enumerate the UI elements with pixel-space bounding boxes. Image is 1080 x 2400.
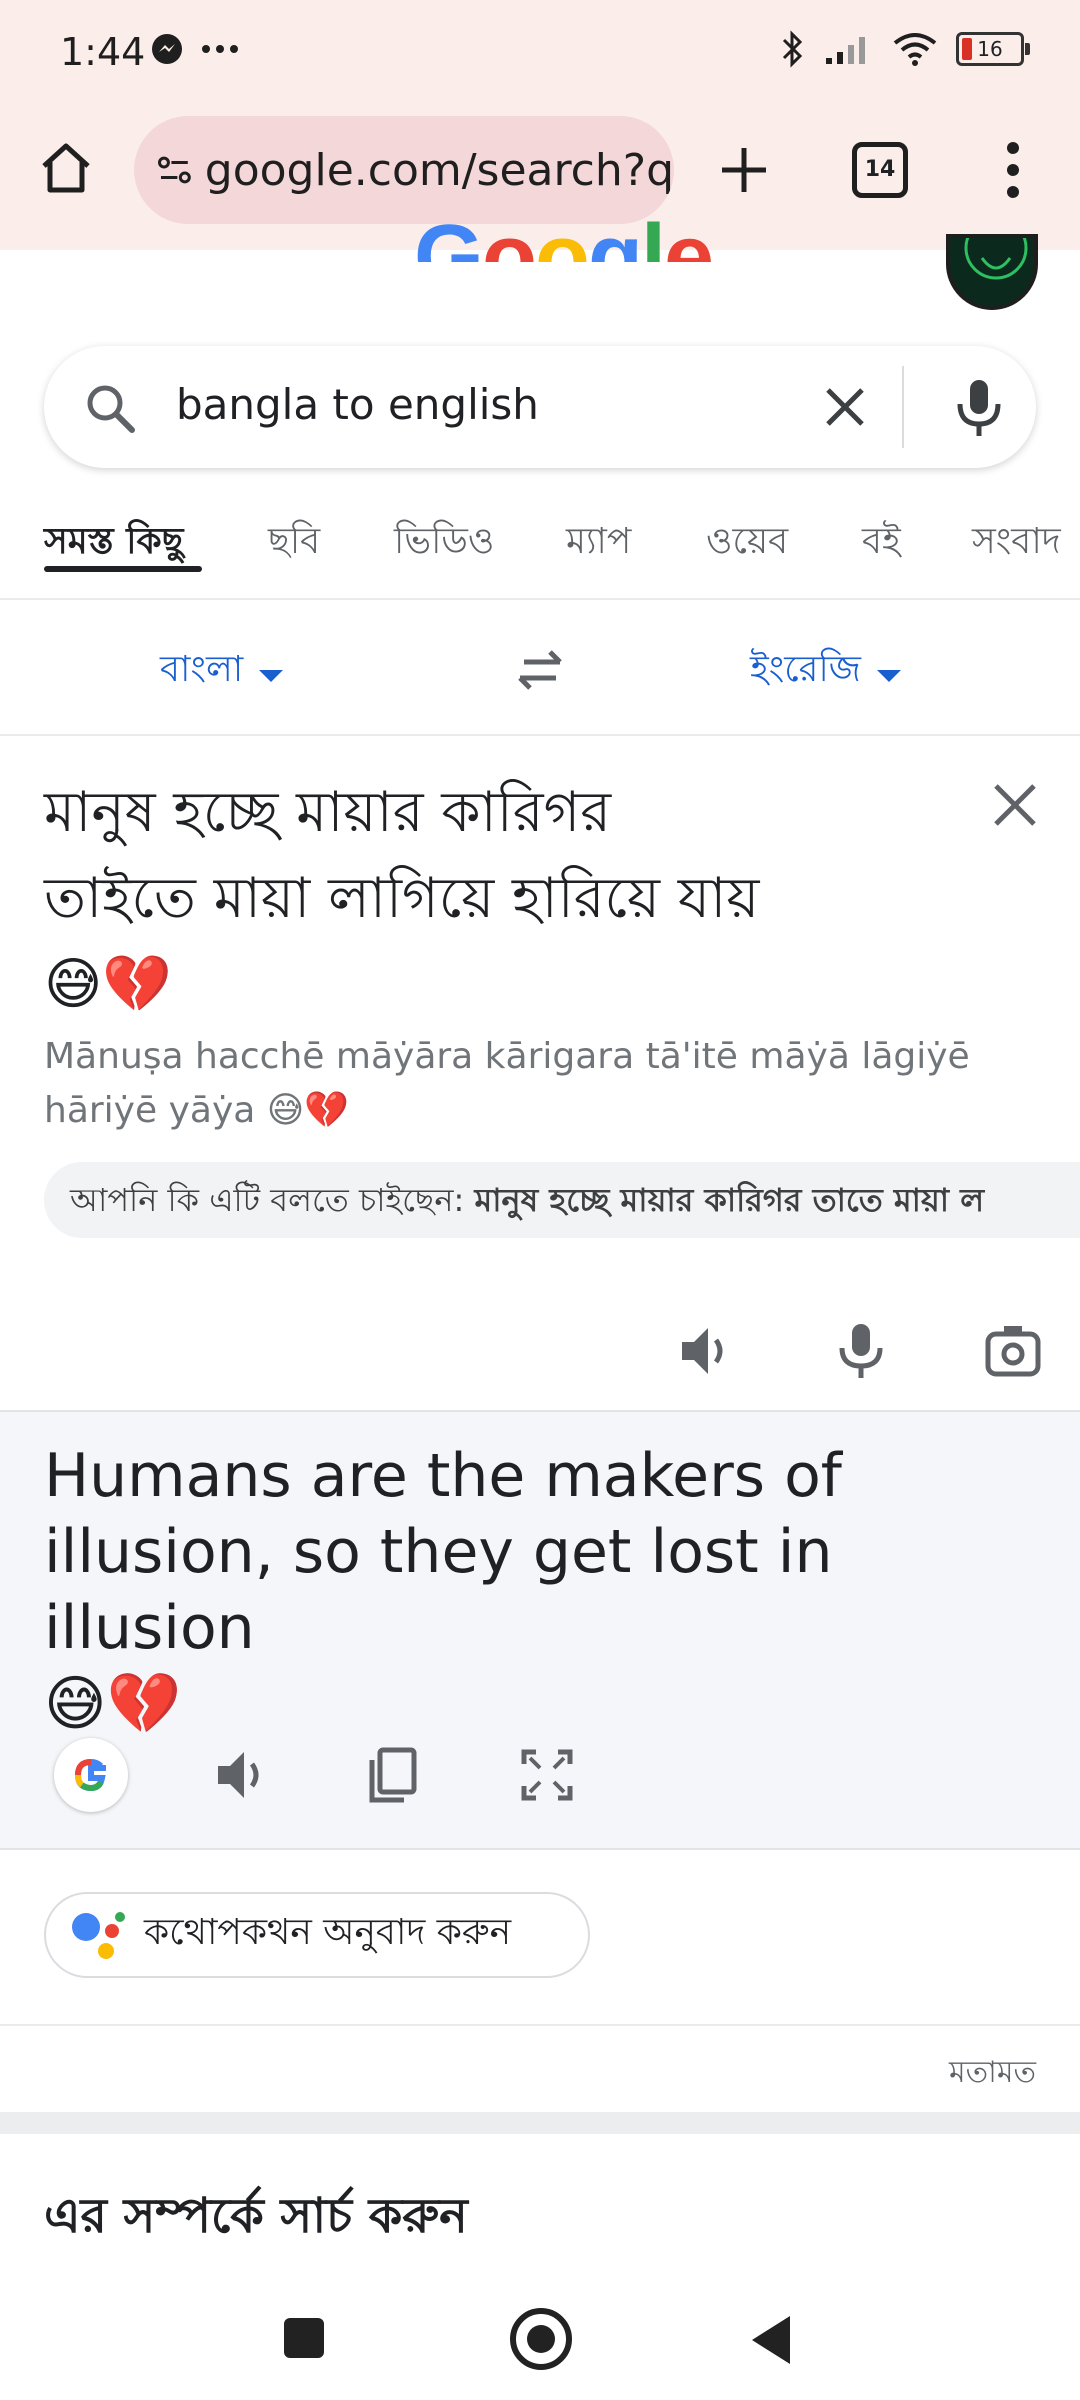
search-box[interactable]: bangla to english [44, 346, 1036, 468]
source-line-1: মানুষ হচ্ছে মায়ার কারিগর [44, 780, 612, 845]
tab-all[interactable]: সমস্ত কিছু [44, 514, 184, 574]
tab-maps[interactable]: ম্যাপ [566, 514, 631, 574]
account-avatar[interactable] [946, 234, 1038, 310]
section-separator [0, 2112, 1080, 2134]
tab-images[interactable]: ছবি [268, 514, 320, 574]
status-system-icons: 16 [780, 30, 1030, 68]
conversation-label: কথোপকথন অনুবাদ করুন [144, 1912, 512, 1953]
search-input[interactable]: bangla to english [176, 380, 539, 429]
back-button[interactable] [752, 2316, 790, 2364]
google-translate-button[interactable] [54, 1738, 128, 1812]
translation-text: Humans are the makers of illusion, so th… [44, 1441, 842, 1663]
search-icon [87, 385, 135, 433]
site-settings-icon[interactable] [158, 150, 191, 190]
battery-level: 16 [977, 37, 1003, 61]
tab-switcher-button[interactable]: 14 [852, 142, 908, 198]
clear-source-icon[interactable] [988, 778, 1042, 832]
related-searches-title: এর সম্পর্কে সার্চ করুন [44, 2188, 468, 2244]
target-language-label: ইংরেজি [750, 649, 861, 690]
output-tools [0, 1730, 1080, 1820]
translation-output: Humans are the makers of illusion, so th… [44, 1438, 1044, 1742]
home-button[interactable] [38, 140, 94, 196]
tab-books[interactable]: বই [862, 514, 901, 574]
translation-output-panel: Humans are the makers of illusion, so th… [0, 1410, 1080, 1850]
transliteration: Mānuṣa hacchē māẏāra kārigara tā'itē māẏ… [44, 1036, 970, 1131]
tab-videos[interactable]: ভিডিও [394, 514, 494, 574]
battery-indicator: 16 [956, 32, 1030, 66]
translate-conversation-button[interactable]: কথোপকথন অনুবাদ করুন [44, 1892, 590, 1978]
search-tabs: সমস্ত কিছু ছবি ভিডিও ম্যাপ ওয়েব বই সংবা… [0, 502, 1080, 600]
did-you-mean-prefix: আপনি কি এটি বলতে চাইছেন: [70, 1181, 465, 1219]
status-time: 1:44 [60, 30, 146, 74]
google-logo[interactable]: Google [414, 212, 712, 262]
search-divider [902, 366, 904, 448]
copy-icon[interactable] [362, 1744, 424, 1806]
home-icon [42, 143, 90, 193]
status-notification-icons [150, 32, 240, 66]
avatar-image [956, 238, 1034, 288]
tab-web[interactable]: ওয়েব [706, 514, 788, 574]
speaker-icon[interactable] [210, 1744, 272, 1806]
active-tab-indicator [44, 566, 202, 572]
feedback-link[interactable]: মতামত [949, 2048, 1036, 2099]
source-tools [0, 1300, 1080, 1410]
url-text: google.com/search?q [204, 144, 674, 196]
camera-translate-icon[interactable] [982, 1320, 1044, 1382]
bluetooth-icon [782, 30, 803, 68]
messenger-icon [152, 34, 182, 64]
did-you-mean-chip[interactable]: আপনি কি এটি বলতে চাইছেন: মানুষ হচ্ছে মায… [44, 1162, 1080, 1238]
google-g-icon [74, 1758, 106, 1792]
browser-menu-button[interactable] [998, 140, 1028, 200]
source-emoji: 😅💔 [44, 952, 173, 1017]
source-language-select[interactable]: বাংলা [160, 642, 284, 702]
plus-icon [722, 148, 766, 192]
did-you-mean-text: মানুষ হচ্ছে মায়ার কারিগর তাতে মায়া ল [474, 1181, 985, 1219]
feedback-row: মতামত [0, 2024, 1080, 2114]
address-bar[interactable]: google.com/search?q [134, 116, 674, 224]
swap-languages-icon[interactable] [510, 642, 570, 698]
language-bar: বাংলা ইংরেজি [0, 602, 1080, 736]
chevron-down-icon [259, 670, 284, 682]
chevron-down-icon [877, 670, 901, 682]
google-assistant-icon [72, 1912, 125, 1959]
system-navigation-bar [0, 2280, 1080, 2400]
recents-button[interactable] [284, 2318, 324, 2358]
clear-search-icon[interactable] [814, 376, 876, 438]
more-vert-icon [1007, 142, 1019, 198]
voice-search-icon[interactable] [944, 372, 1014, 442]
source-text-input[interactable]: মানুষ হচ্ছে মায়ার কারিগর তাইতে মায়া লা… [44, 770, 944, 1028]
target-language-select[interactable]: ইংরেজি [750, 642, 901, 702]
new-tab-button[interactable] [712, 138, 776, 202]
speaker-icon[interactable] [674, 1320, 736, 1382]
tab-news[interactable]: সংবাদ [972, 514, 1061, 574]
source-line-2: তাইতে মায়া লাগিয়ে হারিয়ে যায় [44, 866, 760, 931]
microphone-icon[interactable] [830, 1320, 892, 1382]
source-language-label: বাংলা [160, 649, 244, 690]
home-nav-button[interactable] [510, 2308, 572, 2370]
wifi-icon [893, 33, 937, 66]
more-notifications-icon [202, 45, 238, 53]
signal-icon [826, 37, 865, 64]
fullscreen-icon[interactable] [516, 1744, 578, 1806]
